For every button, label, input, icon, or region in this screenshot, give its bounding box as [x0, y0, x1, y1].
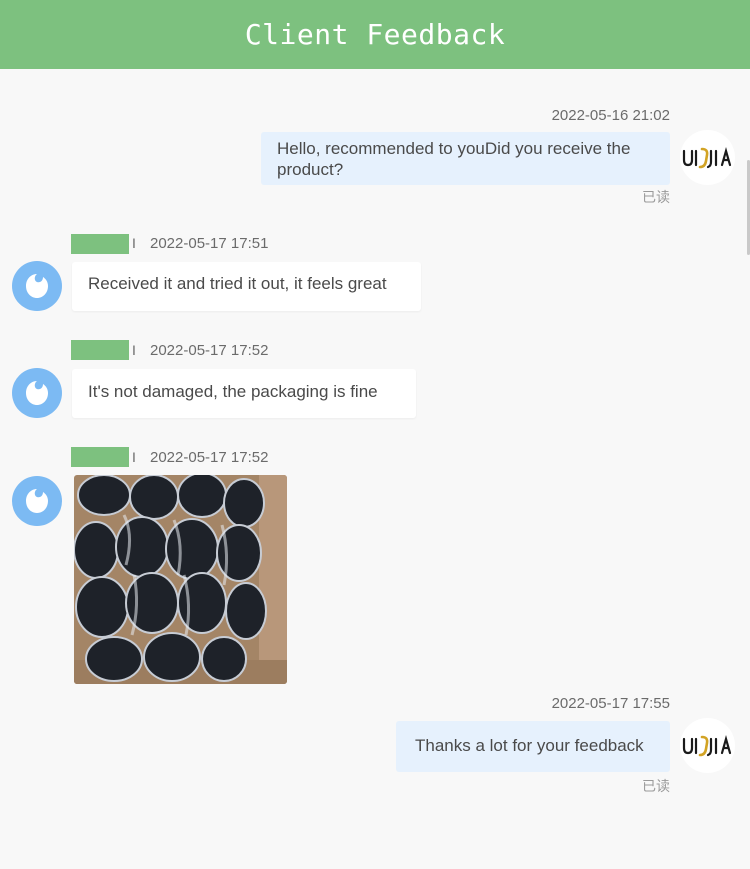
client-avatar-icon: [26, 274, 48, 298]
message-timestamp: 2022-05-17 17:52: [150, 449, 269, 466]
message-bubble-outgoing[interactable]: Thanks a lot for your feedback: [396, 721, 670, 772]
read-status: 已读: [642, 779, 670, 795]
sender-name-redacted: [71, 340, 129, 360]
message-bubble-incoming[interactable]: It's not damaged, the packaging is fine: [72, 369, 416, 418]
client-avatar-icon[interactable]: [12, 368, 62, 418]
client-avatar-icon: [26, 489, 48, 513]
sender-name-redacted: [71, 234, 129, 254]
message-timestamp: 2022-05-17 17:51: [150, 235, 269, 252]
sender-name-redacted: [71, 447, 129, 467]
brand-logo-icon[interactable]: [680, 718, 735, 773]
message-timestamp: 2022-05-17 17:52: [150, 342, 269, 359]
message-bubble-incoming[interactable]: Received it and tried it out, it feels g…: [72, 262, 421, 311]
product-photo-image: [74, 475, 287, 684]
name-separator: I: [132, 342, 136, 358]
client-avatar-icon[interactable]: [12, 476, 62, 526]
read-status: 已读: [642, 190, 670, 206]
brand-logo-icon[interactable]: [680, 130, 735, 185]
product-photo[interactable]: [74, 475, 287, 684]
message-bubble-outgoing[interactable]: Hello, recommended to youDid you receive…: [261, 132, 670, 185]
client-avatar-icon: [26, 381, 48, 405]
name-separator: I: [132, 449, 136, 465]
page-title: Client Feedback: [244, 18, 506, 51]
message-timestamp: 2022-05-17 17:55: [551, 695, 670, 712]
client-avatar-icon[interactable]: [12, 261, 62, 311]
brand-logo-icon: [682, 734, 731, 756]
name-separator: I: [132, 235, 136, 251]
brand-logo-icon: [682, 146, 731, 168]
page-header: Client Feedback: [0, 0, 750, 69]
message-timestamp: 2022-05-16 21:02: [551, 107, 670, 124]
